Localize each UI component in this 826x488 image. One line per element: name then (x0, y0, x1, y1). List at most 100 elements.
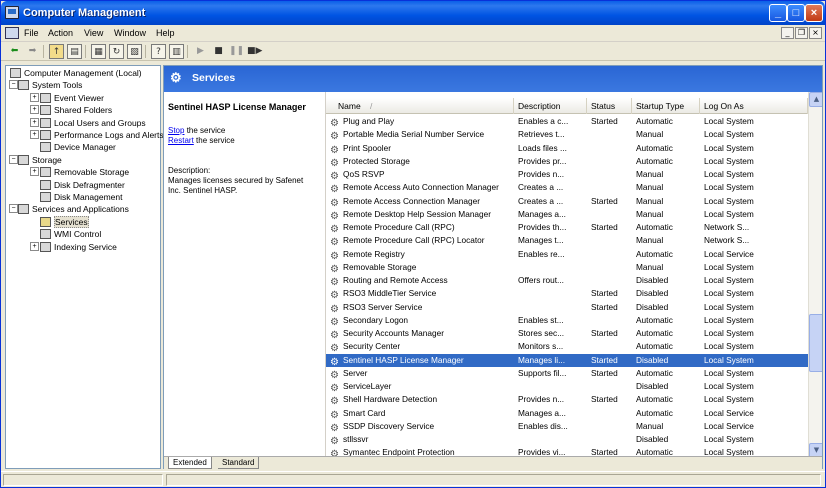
service-row[interactable]: ⚙ RSO3 MiddleTier Service Started Disabled L… (326, 287, 808, 301)
service-row[interactable]: ⚙ Protected Storage Provides pr... Automati… (326, 155, 808, 169)
service-row[interactable]: ⚙ Portable Media Serial Number Service Ret… (326, 128, 808, 142)
service-row[interactable]: ⚙ Shell Hardware Detection Provides n... St… (326, 393, 808, 407)
service-name: ⚙ Remote Registry (330, 248, 514, 262)
service-row[interactable]: ⚙ Security Center Monitors s... Automatic Lo… (326, 340, 808, 354)
pause-service-icon[interactable]: ❚❚ (229, 44, 244, 59)
collapse-icon[interactable]: − (9, 204, 18, 214)
properties-icon[interactable]: ▦ (91, 44, 106, 59)
service-status: Started (591, 354, 618, 365)
show-hide-action-pane-icon[interactable]: ▥ (169, 44, 184, 59)
mmc-system-menu-icon[interactable] (5, 27, 19, 39)
scroll-up-button[interactable]: ▲ (809, 92, 822, 107)
tree-item[interactable]: Services (40, 215, 89, 228)
column-name[interactable]: Name / (326, 98, 514, 114)
forward-arrow-icon[interactable]: ➡ (25, 44, 40, 59)
service-row[interactable]: ⚙ Remote Desktop Help Session Manager Mana… (326, 208, 808, 222)
minimize-button[interactable]: _ (769, 4, 787, 22)
help-icon[interactable]: ? (151, 44, 166, 59)
stop-service-icon[interactable]: ■ (211, 44, 226, 59)
expand-icon[interactable]: + (30, 92, 39, 102)
tree-item[interactable]: − Services and Applications (9, 203, 129, 215)
column-startup-type[interactable]: Startup Type (632, 98, 700, 114)
tree-item[interactable]: + Local Users and Groups (30, 117, 146, 129)
service-status: Started (591, 288, 618, 299)
show-hide-tree-icon[interactable]: ▤ (67, 44, 82, 59)
expand-icon[interactable]: + (30, 130, 39, 139)
tree-item[interactable]: Device Manager (40, 141, 116, 153)
mdi-restore-button[interactable]: ❐ (795, 27, 808, 39)
tab-extended[interactable]: Extended (168, 457, 212, 469)
tree-item[interactable]: WMI Control (40, 228, 101, 240)
column-description[interactable]: Description (514, 98, 587, 114)
menu-file[interactable]: File (24, 28, 39, 38)
column-status[interactable]: Status (587, 98, 632, 114)
service-logon: Local Service (704, 407, 754, 418)
service-row[interactable]: ⚙ Sentinel HASP License Manager Manages li… (326, 353, 808, 367)
export-list-icon[interactable]: ▧ (127, 44, 142, 59)
service-row[interactable]: ⚙ SSDP Discovery Service Enables dis... Man… (326, 420, 808, 434)
refresh-icon[interactable]: ↻ (109, 44, 124, 59)
service-name: ⚙ Remote Procedure Call (RPC) (330, 221, 514, 235)
menu-view[interactable]: View (84, 28, 103, 38)
tree-item[interactable]: − Storage (9, 154, 62, 166)
column-log-on-as[interactable]: Log On As (700, 98, 808, 114)
title-bar[interactable]: Computer Management _ □ × (1, 1, 825, 25)
service-row[interactable]: ⚙ Routing and Remote Access Offers rout...… (326, 274, 808, 288)
tree-item[interactable]: Disk Defragmenter (40, 179, 125, 191)
service-name-text: Security Accounts Manager (343, 328, 444, 338)
expand-icon[interactable]: + (30, 241, 39, 251)
service-row[interactable]: ⚙ Remote Access Auto Connection Manager Cr… (326, 181, 808, 195)
service-row[interactable]: ⚙ stllssvr Disabled Local System (326, 433, 808, 447)
menu-window[interactable]: Window (114, 28, 146, 38)
service-row[interactable]: ⚙ Server Supports fil... Started Automatic Lo… (326, 367, 808, 381)
services-list[interactable]: Name / Description Status Startup Type L… (325, 92, 822, 458)
expand-icon[interactable]: + (30, 117, 39, 127)
collapse-icon[interactable]: − (9, 154, 18, 164)
service-row[interactable]: ⚙ Secondary Logon Enables st... Automatic Lo… (326, 314, 808, 328)
expand-icon[interactable]: + (30, 167, 39, 177)
console-tree[interactable]: Computer Management (Local) − System Tools… (5, 65, 164, 469)
restart-service-icon[interactable]: ■▶ (247, 44, 262, 59)
tab-standard[interactable]: Standard (218, 457, 260, 469)
tree-item[interactable]: + Shared Folders (30, 104, 112, 116)
service-row[interactable]: ⚙ RSO3 Server Service Started Disabled Local… (326, 301, 808, 315)
tree-item[interactable]: Computer Management (Local) (10, 67, 142, 79)
stop-service-link[interactable]: Stop (168, 126, 184, 135)
service-name: ⚙ stllssvr (330, 433, 514, 447)
status-bar (1, 471, 825, 487)
scroll-thumb[interactable] (809, 314, 822, 372)
toolbar-separator (145, 45, 146, 58)
tree-item[interactable]: + Removable Storage (30, 166, 129, 178)
tree-item[interactable]: + Indexing Service (30, 241, 117, 253)
mdi-minimize-button[interactable]: _ (781, 27, 794, 39)
service-logon: Network S... (704, 235, 750, 246)
service-row[interactable]: ⚙ Print Spooler Loads files ... Automatic Lo… (326, 142, 808, 156)
menu-action[interactable]: Action (48, 28, 73, 38)
service-row[interactable]: ⚙ Remote Access Connection Manager Creates… (326, 195, 808, 209)
restart-service-link[interactable]: Restart (168, 136, 194, 145)
menu-help[interactable]: Help (156, 28, 175, 38)
service-row[interactable]: ⚙ Removable Storage Manual Local System (326, 261, 808, 275)
tree-item[interactable]: Disk Management (40, 191, 123, 203)
back-arrow-icon[interactable]: ⬅ (7, 44, 22, 59)
service-row[interactable]: ⚙ Remote Procedure Call (RPC) Locator Mana… (326, 234, 808, 248)
service-row[interactable]: ⚙ QoS RSVP Provides n... Manual Local System (326, 168, 808, 182)
service-row[interactable]: ⚙ ServiceLayer Disabled Local System (326, 380, 808, 394)
mdi-close-button[interactable]: × (809, 27, 822, 39)
service-row[interactable]: ⚙ Remote Procedure Call (RPC) Provides th.… (326, 221, 808, 235)
tree-item[interactable]: + Event Viewer (30, 92, 104, 104)
vertical-scrollbar[interactable]: ▲ ▼ (808, 92, 822, 458)
tree-item[interactable]: + Performance Logs and Alerts (30, 129, 164, 141)
close-button[interactable]: × (805, 4, 823, 22)
maximize-button[interactable]: □ (787, 4, 805, 22)
collapse-icon[interactable]: − (9, 80, 18, 90)
expand-icon[interactable]: + (30, 105, 39, 115)
service-row[interactable]: ⚙ Remote Registry Enables re... Automatic Lo… (326, 248, 808, 262)
service-row[interactable]: ⚙ Smart Card Manages a... Automatic Local Se… (326, 407, 808, 421)
service-row[interactable]: ⚙ Plug and Play Enables a c... Started Autom… (326, 115, 808, 129)
up-folder-icon[interactable]: ↑ (49, 44, 64, 59)
tree-item[interactable]: − System Tools (9, 79, 82, 91)
indexing-icon (40, 241, 51, 252)
service-row[interactable]: ⚙ Security Accounts Manager Stores sec... S… (326, 327, 808, 341)
start-service-icon[interactable]: ▶ (193, 44, 208, 59)
